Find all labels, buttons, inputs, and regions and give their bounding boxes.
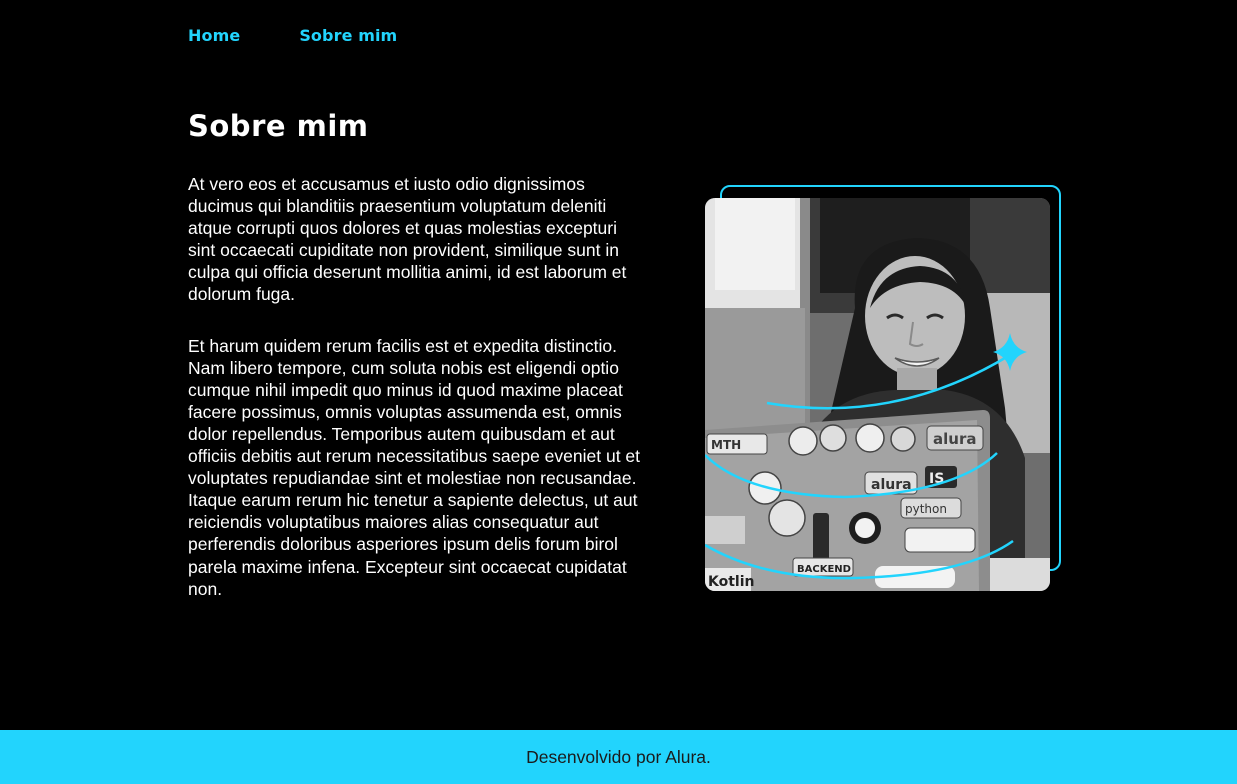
profile-photo-illustration: MTH alura alura IS python BACKEND Kotlin xyxy=(705,198,1050,591)
profile-photo-container: MTH alura alura IS python BACKEND Kotlin xyxy=(705,185,1065,595)
nav-link-sobre-mim[interactable]: Sobre mim xyxy=(299,24,397,48)
profile-photo: MTH alura alura IS python BACKEND Kotlin xyxy=(705,198,1050,591)
sticker-kotlin: Kotlin xyxy=(708,574,754,590)
footer-text: Desenvolvido por Alura. xyxy=(526,746,711,767)
about-paragraph-1: At vero eos et accusamus et iusto odio d… xyxy=(188,174,627,305)
main-nav: Home Sobre mim xyxy=(188,24,397,48)
page-title: Sobre mim xyxy=(188,109,369,143)
about-paragraph-2: Et harum quidem rerum facilis est et exp… xyxy=(188,335,641,599)
sticker-alura-1: alura xyxy=(933,430,976,448)
sticker-alura-2: alura xyxy=(871,477,912,493)
sticker-is: IS xyxy=(929,471,944,487)
site-footer: Desenvolvido por Alura. xyxy=(0,730,1237,784)
sticker-backend: BACKEND xyxy=(797,564,851,575)
sticker-mth: MTH xyxy=(711,438,741,452)
about-text: At vero eos et accusamus et iusto odio d… xyxy=(188,173,643,629)
nav-link-home[interactable]: Home xyxy=(188,24,240,48)
sticker-python: python xyxy=(905,502,947,516)
